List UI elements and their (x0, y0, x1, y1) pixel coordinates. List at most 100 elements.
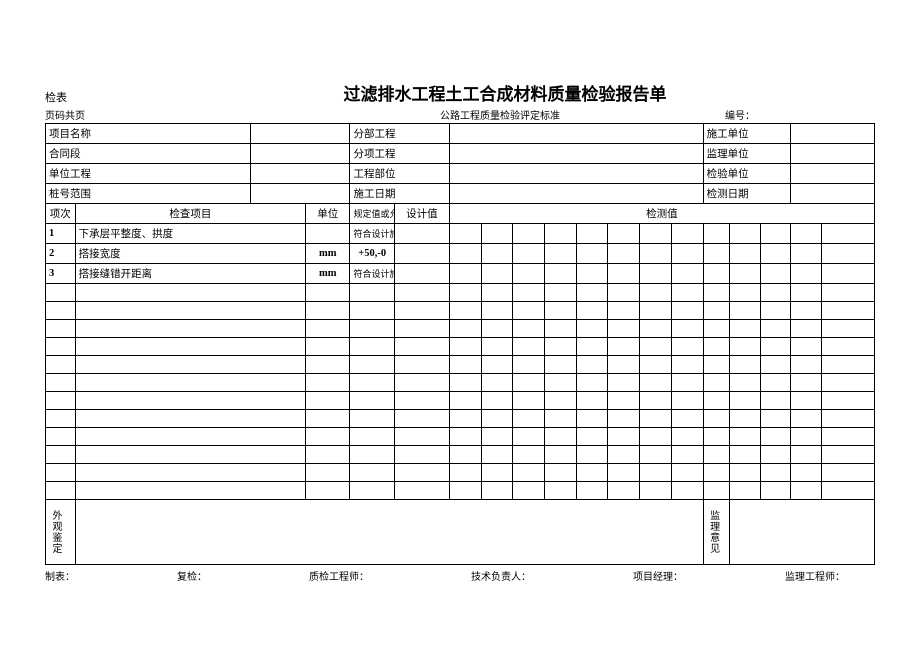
measure-cell[interactable] (760, 264, 791, 284)
item-seq: 1 (46, 224, 76, 244)
main-table: 项目名称 分部工程 施工单位 合同段 分项工程 监理单位 单位工程 工程部位 检… (45, 123, 875, 565)
info-row: 项目名称 分部工程 施工单位 (46, 124, 875, 144)
project-name-value[interactable] (251, 124, 350, 144)
col-spec: 规定值或允许偏 (350, 204, 394, 224)
measure-cell[interactable] (760, 244, 791, 264)
measure-cell[interactable] (640, 244, 672, 264)
info-row: 单位工程 工程部位 检验单位 (46, 164, 875, 184)
item-row: 3 搭接缝错开距离 mm 符合设计施工要 (46, 264, 875, 284)
measure-cell[interactable] (545, 264, 577, 284)
item-seq: 3 (46, 264, 76, 284)
measure-cell[interactable] (760, 224, 791, 244)
stake-range-value[interactable] (251, 184, 350, 204)
measure-cell[interactable] (513, 224, 545, 244)
item-spec: 符合设计施工要 (350, 264, 394, 284)
subitem-label: 分项工程 (350, 144, 449, 164)
construction-date-label: 施工日期 (350, 184, 449, 204)
sig-preparer: 制表： (45, 568, 75, 583)
measure-cell[interactable] (671, 244, 703, 264)
appearance-value[interactable] (75, 500, 703, 565)
measure-cell[interactable] (576, 244, 608, 264)
measure-cell[interactable] (703, 264, 729, 284)
measure-cell[interactable] (608, 244, 640, 264)
construction-date-value[interactable] (449, 184, 703, 204)
construction-unit-label: 施工单位 (703, 124, 791, 144)
item-unit (306, 224, 350, 244)
measure-cell[interactable] (513, 244, 545, 264)
col-seq: 项次 (46, 204, 76, 224)
measure-cell[interactable] (822, 224, 875, 244)
measure-cell[interactable] (730, 224, 761, 244)
signature-row: 制表： 复检： 质检工程师： 技术负责人： 项目经理： 监理工程师： (45, 568, 875, 583)
measure-cell[interactable] (481, 264, 513, 284)
test-date-value[interactable] (791, 184, 875, 204)
unit-project-value[interactable] (251, 164, 350, 184)
subitem-value[interactable] (449, 144, 703, 164)
measure-cell[interactable] (449, 264, 481, 284)
sig-supervisor-engineer: 监理工程师： (785, 568, 845, 583)
supervisor-label: 监理意见 (707, 506, 720, 558)
design-cell[interactable] (394, 244, 449, 264)
measure-cell[interactable] (449, 244, 481, 264)
measure-cell[interactable] (640, 264, 672, 284)
item-row: 2 搭接宽度 mm +50,-0 (46, 244, 875, 264)
inspection-unit-value[interactable] (791, 164, 875, 184)
measure-cell[interactable] (791, 244, 822, 264)
title-row: 检表 过滤排水工程土工合成材料质量检验报告单 (45, 80, 875, 105)
pager-label: 页码共页 (45, 107, 275, 122)
sig-pm: 项目经理： (633, 568, 683, 583)
serial-label: 编号： (725, 107, 875, 122)
inspection-unit-label: 检验单位 (703, 164, 791, 184)
construction-unit-value[interactable] (791, 124, 875, 144)
measure-cell[interactable] (640, 224, 672, 244)
measure-cell[interactable] (730, 264, 761, 284)
contract-section-value[interactable] (251, 144, 350, 164)
measure-cell[interactable] (608, 224, 640, 244)
measure-cell[interactable] (481, 224, 513, 244)
position-value[interactable] (449, 164, 703, 184)
measure-cell[interactable] (545, 244, 577, 264)
form-code-label: 检表 (45, 89, 255, 105)
measure-cell[interactable] (576, 264, 608, 284)
empty-row (46, 302, 875, 320)
measure-cell[interactable] (481, 244, 513, 264)
remarks-row: 外观鉴定 监理意见 (46, 500, 875, 565)
design-cell[interactable] (394, 264, 449, 284)
appearance-label: 外观鉴定 (49, 506, 62, 558)
measure-cell[interactable] (822, 264, 875, 284)
project-name-label: 项目名称 (46, 124, 251, 144)
supervisor-value[interactable] (730, 500, 875, 565)
item-name: 下承层平整度、拱度 (75, 224, 305, 244)
empty-row (46, 320, 875, 338)
empty-row (46, 464, 875, 482)
measure-cell[interactable] (608, 264, 640, 284)
measure-cell[interactable] (671, 224, 703, 244)
measure-cell[interactable] (545, 224, 577, 244)
design-cell[interactable] (394, 224, 449, 244)
empty-row (46, 356, 875, 374)
empty-row (46, 482, 875, 500)
measure-cell[interactable] (576, 224, 608, 244)
measure-cell[interactable] (822, 244, 875, 264)
subproject-value[interactable] (449, 124, 703, 144)
supervisor-label-cell: 监理意见 (703, 500, 729, 565)
sig-qc-engineer: 质检工程师： (309, 568, 369, 583)
col-unit: 单位 (306, 204, 350, 224)
empty-row (46, 392, 875, 410)
measure-cell[interactable] (791, 224, 822, 244)
contract-section-label: 合同段 (46, 144, 251, 164)
measure-cell[interactable] (791, 264, 822, 284)
measure-cell[interactable] (703, 224, 729, 244)
measure-cell[interactable] (730, 244, 761, 264)
empty-row (46, 374, 875, 392)
measure-cell[interactable] (513, 264, 545, 284)
unit-project-label: 单位工程 (46, 164, 251, 184)
item-name: 搭接宽度 (75, 244, 305, 264)
measure-cell[interactable] (449, 224, 481, 244)
col-item: 检查项目 (75, 204, 305, 224)
form-title: 过滤排水工程土工合成材料质量检验报告单 (255, 80, 755, 105)
supervision-unit-value[interactable] (791, 144, 875, 164)
measure-cell[interactable] (671, 264, 703, 284)
supervision-unit-label: 监理单位 (703, 144, 791, 164)
measure-cell[interactable] (703, 244, 729, 264)
